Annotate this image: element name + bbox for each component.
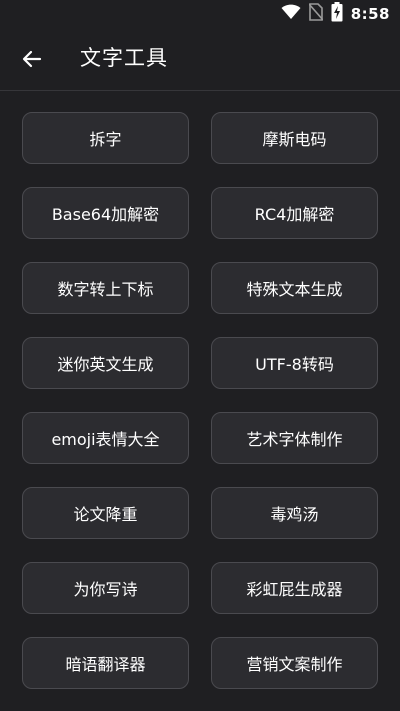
tools-grid: 拆字 摩斯电码 Base64加解密 RC4加解密 数字转上下标 特殊文本生成 迷… (22, 112, 378, 689)
tool-button-morse-code[interactable]: 摩斯电码 (211, 112, 378, 164)
tool-button-emoji[interactable]: emoji表情大全 (22, 412, 189, 464)
battery-charging-icon (331, 2, 343, 26)
tool-button-mini-english[interactable]: 迷你英文生成 (22, 337, 189, 389)
tool-button-write-poem[interactable]: 为你写诗 (22, 562, 189, 614)
status-icons: 8:58 (281, 2, 390, 26)
wifi-icon (281, 4, 301, 24)
tool-button-number-superscript[interactable]: 数字转上下标 (22, 262, 189, 314)
tool-button-rainbow-fart[interactable]: 彩虹屁生成器 (211, 562, 378, 614)
tool-button-split-characters[interactable]: 拆字 (22, 112, 189, 164)
tool-button-base64[interactable]: Base64加解密 (22, 187, 189, 239)
status-bar: 8:58 (0, 0, 400, 28)
tool-button-secret-translator[interactable]: 暗语翻译器 (22, 637, 189, 689)
tool-button-rc4[interactable]: RC4加解密 (211, 187, 378, 239)
tool-button-marketing-copy[interactable]: 营销文案制作 (211, 637, 378, 689)
status-time: 8:58 (350, 5, 390, 23)
tool-button-art-font[interactable]: 艺术字体制作 (211, 412, 378, 464)
tool-button-paper-rewrite[interactable]: 论文降重 (22, 487, 189, 539)
no-sim-icon (308, 3, 324, 25)
tool-button-utf8[interactable]: UTF-8转码 (211, 337, 378, 389)
arrow-left-icon[interactable] (20, 47, 44, 71)
tool-button-poison-soup[interactable]: 毒鸡汤 (211, 487, 378, 539)
page-title: 文字工具 (80, 46, 168, 70)
app-bar: 文字工具 (0, 28, 400, 91)
tool-button-special-text[interactable]: 特殊文本生成 (211, 262, 378, 314)
